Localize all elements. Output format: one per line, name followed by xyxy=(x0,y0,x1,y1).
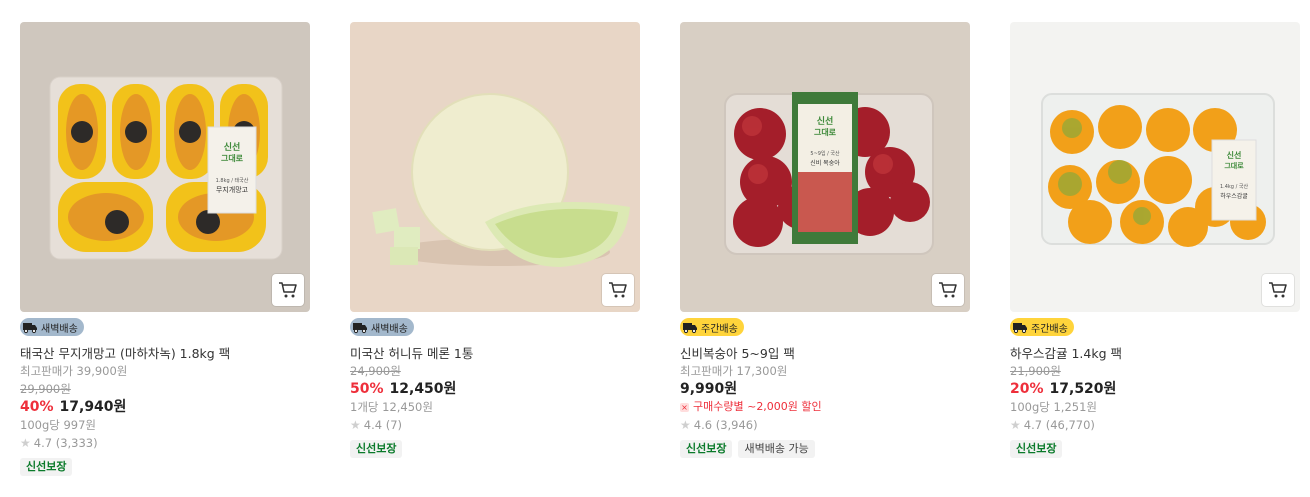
tag-list: 신선보장 xyxy=(20,458,310,476)
rating: ★ 4.7 (3,333) xyxy=(20,434,310,453)
peach-illustration: 신선 그대로 5~9입 / 국산 신비 복숭아 xyxy=(724,92,934,255)
product-name[interactable]: 신비복숭아 5~9입 팩 xyxy=(680,345,970,362)
tag-list: 신선보장 새벽배송 가능 xyxy=(680,440,970,458)
tag-list: 신선보장 xyxy=(350,440,640,458)
truck-icon xyxy=(22,320,38,334)
unit-price: 100g당 997원 xyxy=(20,418,97,432)
tag-fresh-guarantee: 신선보장 xyxy=(350,440,403,458)
delivery-badge-label: 주간배송 xyxy=(1031,323,1068,335)
tag-fresh-guarantee: 신선보장 xyxy=(680,440,733,458)
product-card[interactable]: 새벽배송 미국산 허니듀 메론 1통 24,900원 50% 12,450원 1개… xyxy=(350,22,640,476)
cart-icon xyxy=(279,282,297,298)
delivery-badge: 주간배송 xyxy=(680,318,744,336)
delivery-badge-label: 새벽배송 xyxy=(371,323,408,335)
thumb-label-2: 신비 복숭아 xyxy=(810,159,840,167)
product-grid: 신선 그대로 1.8kg / 태국산 무지개망고 새벽배송 태국산 무지개망고 … xyxy=(20,22,1300,476)
melon-illustration xyxy=(372,93,630,267)
thumb-label-1: 1.8kg / 태국산 xyxy=(216,177,249,184)
truck-icon xyxy=(352,320,368,334)
discount-rate: 50% xyxy=(350,381,384,397)
cart-icon xyxy=(609,282,627,298)
star-icon: ★ xyxy=(680,418,691,432)
thumb-label-1: 5~9입 / 국산 xyxy=(810,150,840,157)
rating: ★ 4.7 (46,770) xyxy=(1010,416,1300,435)
add-to-cart-button[interactable] xyxy=(1262,274,1294,306)
cart-icon xyxy=(939,282,957,298)
sale-price: 17,520원 xyxy=(1049,381,1117,397)
delivery-badge: 새벽배송 xyxy=(350,318,414,336)
truck-icon xyxy=(1012,320,1028,334)
lowest-price-text: 최고판매가 17,300원 xyxy=(680,364,788,378)
price-row: 20% 17,520원 xyxy=(1010,380,1300,398)
rating: ★ 4.6 (3,946) xyxy=(680,416,970,435)
rating-value: 4.6 (3,946) xyxy=(693,418,758,432)
cart-icon xyxy=(1269,282,1287,298)
thumb-label-1: 1.4kg / 국산 xyxy=(1220,183,1248,190)
delivery-badge-label: 주간배송 xyxy=(701,323,738,335)
product-image[interactable]: 신선 그대로 1.8kg / 태국산 무지개망고 xyxy=(20,22,310,312)
lowest-price-text: 최고판매가 39,900원 xyxy=(20,364,128,378)
quantity-discount-text: 구매수량별 ~2,000원 할인 xyxy=(693,400,822,413)
price-row: 50% 12,450원 xyxy=(350,380,640,398)
original-price: 21,900원 xyxy=(1010,364,1061,378)
thumb-label-2: 하우스감귤 xyxy=(1220,192,1248,200)
original-price: 29,900원 xyxy=(20,382,71,396)
star-icon: ★ xyxy=(350,418,361,432)
product-name[interactable]: 하우스감귤 1.4kg 팩 xyxy=(1010,345,1300,362)
star-icon: ★ xyxy=(20,436,31,450)
sale-price: 17,940원 xyxy=(59,399,127,415)
delivery-badge: 주간배송 xyxy=(1010,318,1074,336)
star-icon: ★ xyxy=(1010,418,1021,432)
tag-fresh-guarantee: 신선보장 xyxy=(1010,440,1063,458)
thumb-label-2: 무지개망고 xyxy=(216,185,249,194)
quantity-discount: × 구매수량별 ~2,000원 할인 xyxy=(680,398,970,416)
sale-price: 9,990원 xyxy=(680,381,738,397)
price-row: 9,990원 xyxy=(680,380,970,398)
product-card[interactable]: 신선 그대로 1.8kg / 태국산 무지개망고 새벽배송 태국산 무지개망고 … xyxy=(20,22,310,476)
price-row: 40% 17,940원 xyxy=(20,398,310,416)
rating: ★ 4.4 (7) xyxy=(350,416,640,435)
tag-fresh-guarantee: 신선보장 xyxy=(20,458,73,476)
add-to-cart-button[interactable] xyxy=(272,274,304,306)
unit-price: 1개당 12,450원 xyxy=(350,400,433,414)
add-to-cart-button[interactable] xyxy=(602,274,634,306)
coupon-icon: × xyxy=(680,402,689,412)
thumb-brand-1: 신선 xyxy=(817,115,834,127)
tag-list: 신선보장 xyxy=(1010,440,1300,458)
delivery-badge-label: 새벽배송 xyxy=(41,323,78,335)
rating-value: 4.4 (7) xyxy=(363,418,402,432)
product-name[interactable]: 태국산 무지개망고 (마하차녹) 1.8kg 팩 xyxy=(20,345,310,362)
delivery-badge: 새벽배송 xyxy=(20,318,84,336)
product-card[interactable]: 신선 그대로 5~9입 / 국산 신비 복숭아 주간배송 신비복숭아 5~9입 … xyxy=(680,22,970,476)
tangerine-illustration: 신선 그대로 1.4kg / 국산 하우스감귤 xyxy=(1041,93,1275,247)
product-image[interactable] xyxy=(350,22,640,312)
discount-rate: 20% xyxy=(1010,381,1044,397)
unit-price: 100g당 1,251원 xyxy=(1010,400,1097,414)
thumb-brand-1: 신선 xyxy=(1227,150,1242,160)
product-name[interactable]: 미국산 허니듀 메론 1통 xyxy=(350,345,640,362)
truck-icon xyxy=(682,320,698,334)
product-card[interactable]: 신선 그대로 1.4kg / 국산 하우스감귤 주간배송 하우스감귤 1.4kg… xyxy=(1010,22,1300,476)
thumb-brand-1: 신선 xyxy=(224,141,241,153)
discount-rate: 40% xyxy=(20,399,54,415)
original-price: 24,900원 xyxy=(350,364,401,378)
mango-illustration: 신선 그대로 1.8kg / 태국산 무지개망고 xyxy=(49,76,283,260)
rating-value: 4.7 (46,770) xyxy=(1023,418,1095,432)
thumb-brand-2: 그대로 xyxy=(814,127,837,137)
thumb-brand-2: 그대로 xyxy=(221,153,244,163)
tag-dawn-available: 새벽배송 가능 xyxy=(738,440,815,458)
add-to-cart-button[interactable] xyxy=(932,274,964,306)
product-image[interactable]: 신선 그대로 5~9입 / 국산 신비 복숭아 xyxy=(680,22,970,312)
rating-value: 4.7 (3,333) xyxy=(33,436,98,450)
thumb-brand-2: 그대로 xyxy=(1224,161,1244,170)
product-image[interactable]: 신선 그대로 1.4kg / 국산 하우스감귤 xyxy=(1010,22,1300,312)
sale-price: 12,450원 xyxy=(389,381,457,397)
